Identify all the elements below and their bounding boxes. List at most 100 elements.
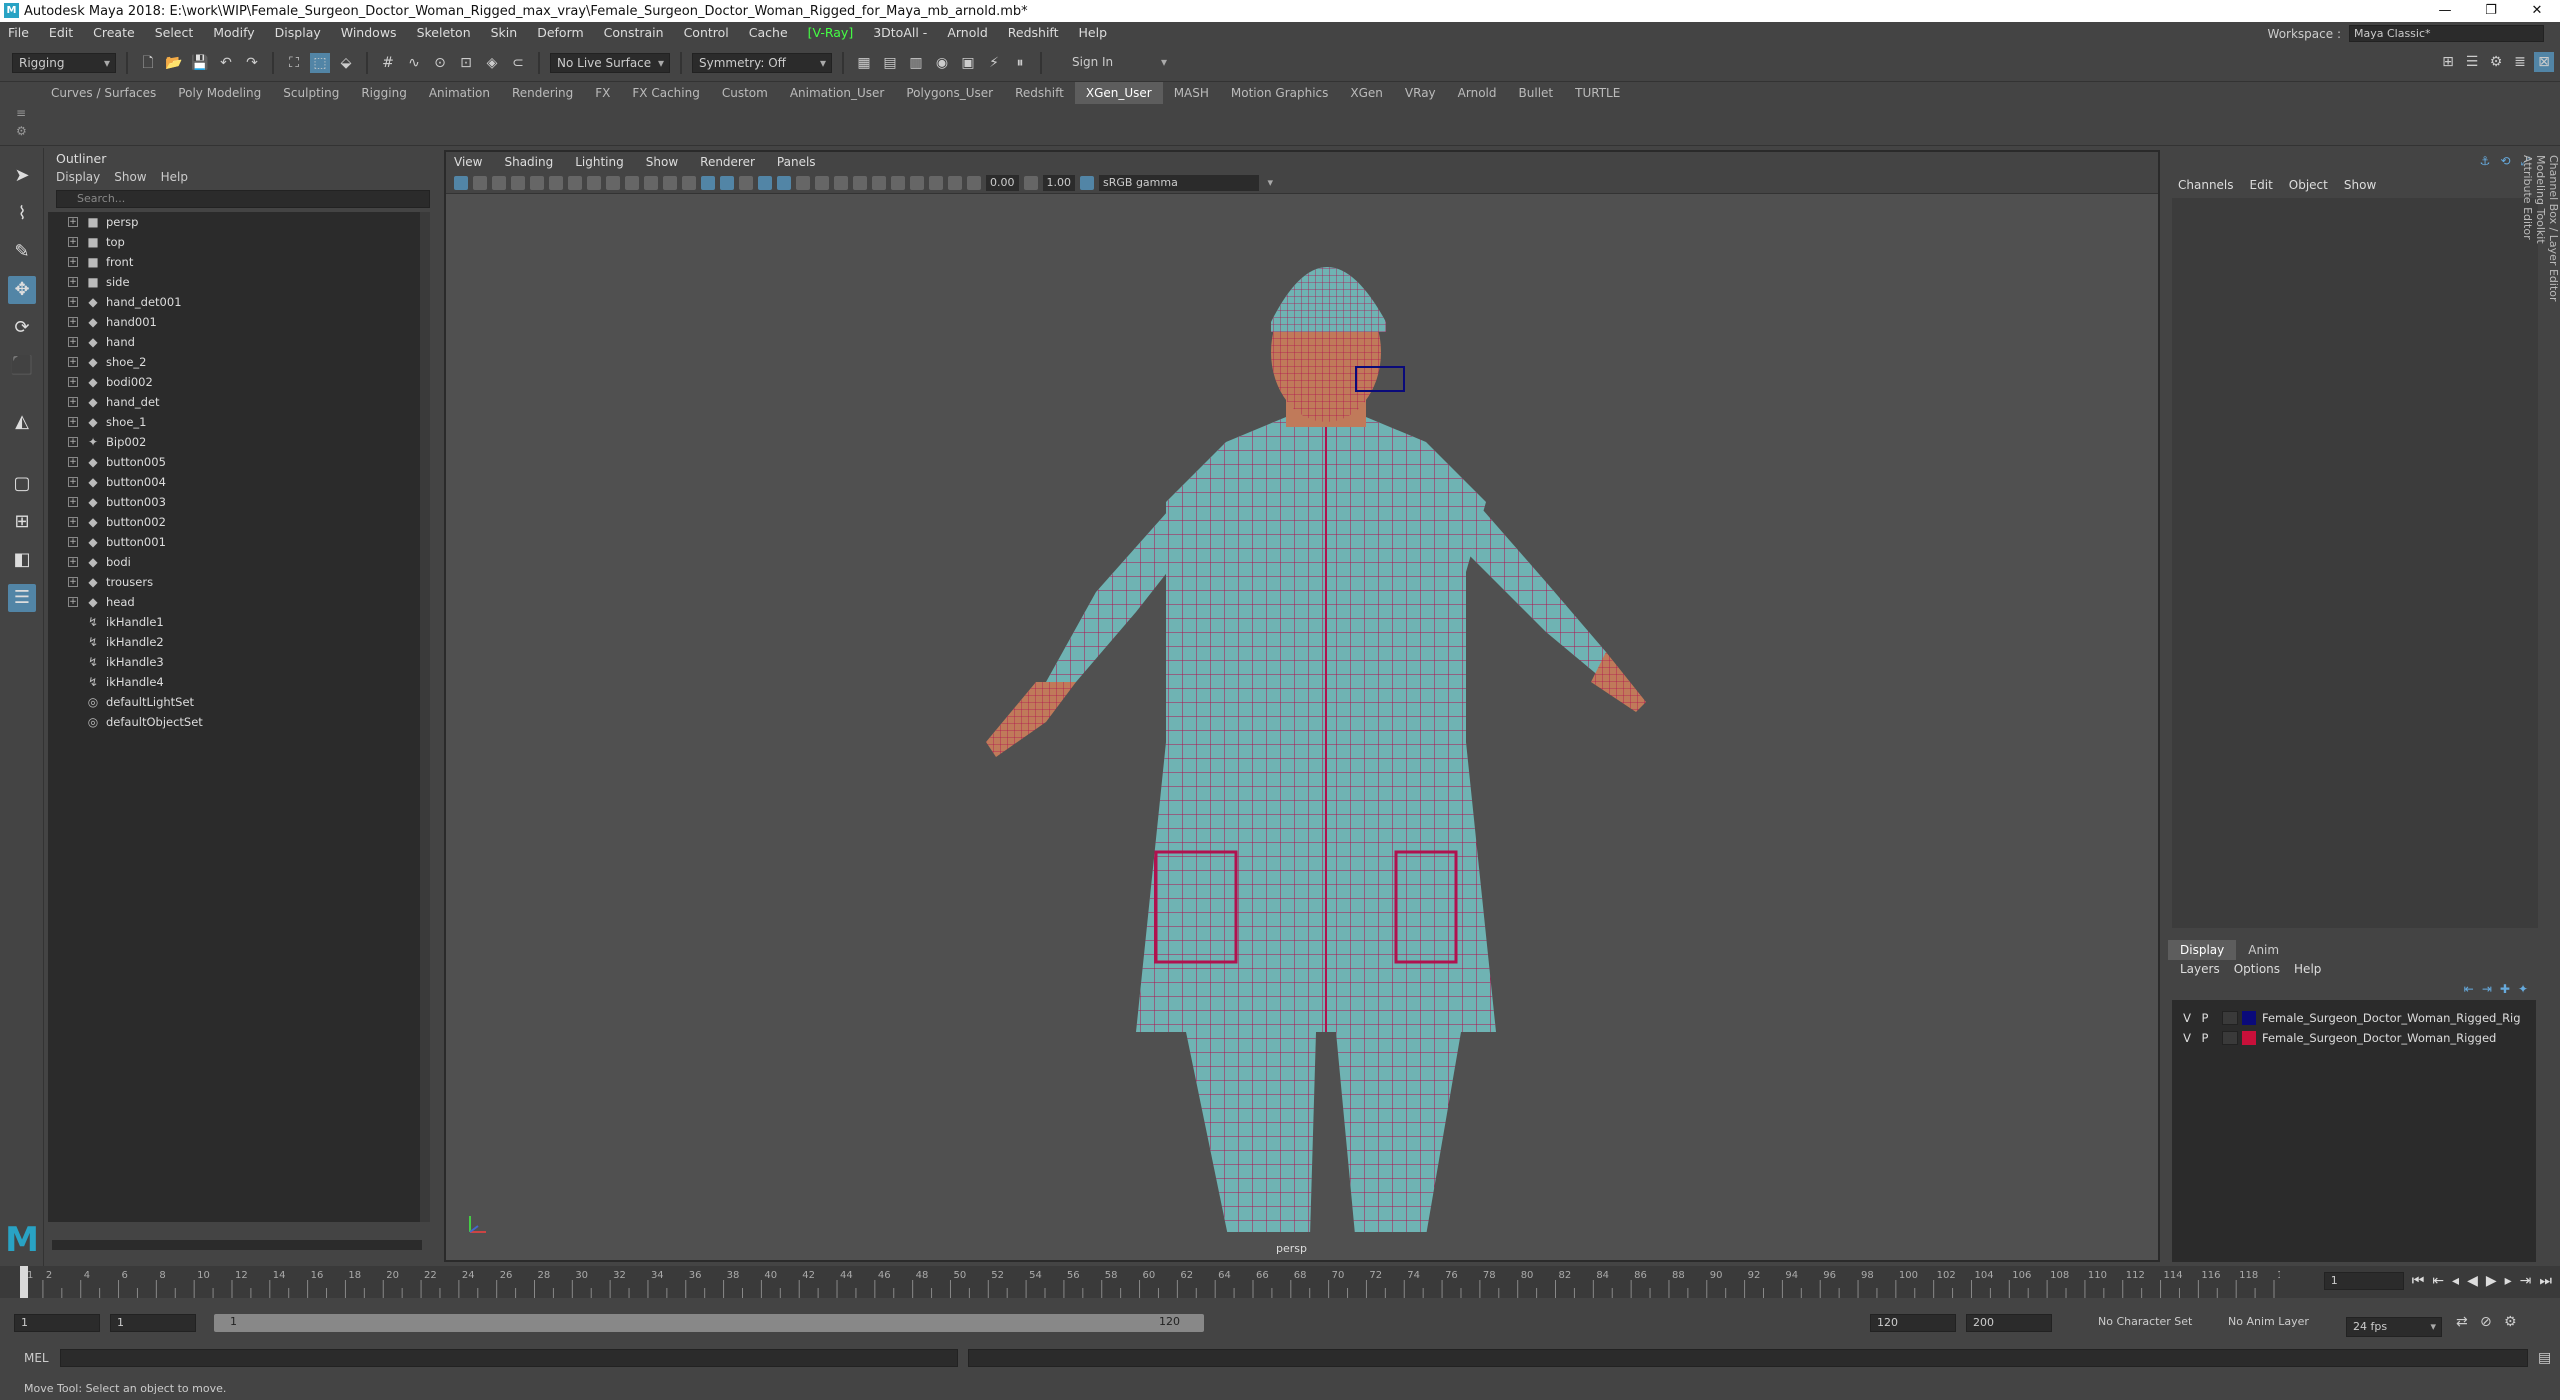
outliner-vscrollbar[interactable] bbox=[420, 212, 430, 1222]
outliner-item[interactable]: + ◆ button001 bbox=[48, 532, 428, 552]
menu-modify[interactable]: Modify bbox=[213, 25, 254, 40]
use-lights-icon[interactable] bbox=[796, 175, 810, 190]
snap-surface-icon[interactable]: ◈ bbox=[482, 53, 502, 73]
channelbox-menu-object[interactable]: Object bbox=[2289, 178, 2328, 192]
snap-curve-icon[interactable]: ∿ bbox=[404, 53, 424, 73]
sign-in-button[interactable]: Sign In bbox=[1052, 52, 1172, 73]
loop-icon[interactable]: ⇄ bbox=[2456, 1314, 2468, 1330]
go-to-start-icon[interactable]: ⏮ bbox=[2412, 1273, 2425, 1289]
vray-render-icon[interactable]: ⚡ bbox=[984, 53, 1004, 73]
select-object-icon[interactable]: ⬚ bbox=[310, 52, 330, 73]
expand-icon[interactable]: + bbox=[68, 357, 78, 367]
expand-icon[interactable]: + bbox=[68, 277, 78, 287]
outliner-item[interactable]: + ■ front bbox=[48, 252, 428, 272]
step-back-frame-icon[interactable]: ◂ bbox=[2452, 1273, 2459, 1289]
wireframe-on-shaded-icon[interactable] bbox=[758, 175, 772, 190]
expand-icon[interactable]: + bbox=[68, 597, 78, 607]
move-layer-down-icon[interactable]: ⇥ bbox=[2482, 982, 2492, 996]
outliner-item[interactable]: + ■ side bbox=[48, 272, 428, 292]
gamma-icon[interactable] bbox=[1023, 175, 1038, 190]
workspace-dropdown[interactable]: Maya Classic* bbox=[2349, 25, 2544, 42]
select-camera-icon[interactable] bbox=[454, 175, 468, 190]
expand-icon[interactable]: + bbox=[68, 557, 78, 567]
safe-title-icon[interactable] bbox=[682, 175, 696, 190]
outliner-layout-icon[interactable]: ☰ bbox=[8, 584, 36, 612]
menu-redshift[interactable]: Redshift bbox=[1008, 25, 1059, 40]
side-tab-attribute-editor[interactable]: Attribute Editor bbox=[2521, 155, 2534, 497]
wireframe-icon[interactable] bbox=[701, 175, 715, 190]
shelf-tab[interactable]: Poly Modeling bbox=[167, 82, 272, 104]
auto-key-icon[interactable]: ⊘ bbox=[2480, 1314, 2492, 1330]
smooth-shade-icon[interactable] bbox=[720, 175, 734, 190]
layout-toggle-icon[interactable]: ⊠ bbox=[2534, 52, 2554, 72]
outliner-item[interactable]: + ■ top bbox=[48, 232, 428, 252]
gamma-field[interactable]: 1.00 bbox=[1042, 174, 1075, 191]
expand-icon[interactable]: + bbox=[68, 317, 78, 327]
expand-icon[interactable]: + bbox=[68, 457, 78, 467]
menu-file[interactable]: File bbox=[8, 25, 29, 40]
script-editor-icon[interactable]: ▤ bbox=[2538, 1350, 2551, 1366]
outliner-item[interactable]: + ◆ button004 bbox=[48, 472, 428, 492]
layer-playback-toggle[interactable]: P bbox=[2196, 1031, 2214, 1045]
character-set-dropdown[interactable]: No Character Set bbox=[2098, 1315, 2192, 1328]
isolate-select-icon[interactable] bbox=[891, 175, 905, 190]
snap-grid-icon[interactable]: # bbox=[378, 53, 398, 73]
viewport-menu-view[interactable]: View bbox=[454, 155, 482, 169]
layer-menu-help[interactable]: Help bbox=[2294, 962, 2321, 976]
field-chart-icon[interactable] bbox=[644, 175, 658, 190]
outliner-item[interactable]: ◎ defaultObjectSet bbox=[48, 712, 428, 732]
layer-visibility-toggle[interactable]: V bbox=[2178, 1031, 2196, 1045]
expand-icon[interactable]: + bbox=[68, 417, 78, 427]
redo-icon[interactable]: ↷ bbox=[242, 53, 262, 73]
2d-pan-icon[interactable] bbox=[530, 175, 544, 190]
menu-3dtoall[interactable]: 3DtoAll - bbox=[873, 25, 927, 40]
outliner-item[interactable]: + ◆ button003 bbox=[48, 492, 428, 512]
xray-joints-icon[interactable] bbox=[929, 175, 943, 190]
layer-playback-toggle[interactable]: P bbox=[2196, 1011, 2214, 1025]
step-forward-frame-icon[interactable]: ▸ bbox=[2505, 1273, 2512, 1289]
shelf-tab[interactable]: TURTLE bbox=[1564, 82, 1631, 104]
restore-button[interactable]: ❐ bbox=[2468, 0, 2514, 22]
attribute-editor-icon[interactable]: ☰ bbox=[2462, 52, 2482, 72]
scale-tool-icon[interactable]: ⬛ bbox=[8, 352, 36, 380]
play-backwards-icon[interactable]: ◀ bbox=[2467, 1273, 2478, 1289]
color-management-icon[interactable] bbox=[1080, 175, 1094, 190]
layer-type-box[interactable] bbox=[2222, 1011, 2238, 1025]
outliner-item[interactable]: ↯ ikHandle1 bbox=[48, 612, 428, 632]
resolution-gate-icon[interactable] bbox=[606, 175, 620, 190]
shelf-tab[interactable]: Rigging bbox=[350, 82, 417, 104]
animation-end-field[interactable]: 200 bbox=[1966, 1314, 2052, 1332]
fps-dropdown[interactable]: 24 fps bbox=[2346, 1317, 2442, 1337]
current-frame-field[interactable]: 1 bbox=[2323, 1272, 2404, 1290]
channelbox-menu-show[interactable]: Show bbox=[2344, 178, 2376, 192]
symmetry-dropdown[interactable]: Symmetry: Off bbox=[692, 52, 832, 73]
channel-box-icon[interactable]: ≣ bbox=[2510, 52, 2530, 72]
outliner-item[interactable]: ↯ ikHandle3 bbox=[48, 652, 428, 672]
pause-icon[interactable]: ⏸ bbox=[1010, 53, 1030, 73]
script-language-label[interactable]: MEL bbox=[24, 1351, 54, 1365]
menu-windows[interactable]: Windows bbox=[341, 25, 397, 40]
layer-color-swatch[interactable] bbox=[2242, 1031, 2256, 1045]
grease-pencil-icon[interactable] bbox=[549, 175, 563, 190]
grid-icon[interactable] bbox=[568, 175, 582, 190]
hypershade-icon[interactable]: ◉ bbox=[932, 53, 952, 73]
viewport-menu-shading[interactable]: Shading bbox=[504, 155, 553, 169]
exposure-icon[interactable] bbox=[967, 175, 981, 190]
xray-components-icon[interactable] bbox=[948, 175, 962, 190]
select-tool-icon[interactable]: ➤ bbox=[8, 162, 36, 190]
shelf-tab[interactable]: MASH bbox=[1163, 82, 1220, 104]
anim-prefs-icon[interactable]: ⚙ bbox=[2504, 1314, 2517, 1330]
snap-view-icon[interactable]: ⊡ bbox=[456, 53, 476, 73]
outliner-item[interactable]: ↯ ikHandle4 bbox=[48, 672, 428, 692]
shelf-menu-icon[interactable]: ≡ bbox=[16, 106, 26, 120]
expand-icon[interactable]: + bbox=[68, 517, 78, 527]
shelf-tab[interactable]: Polygons_User bbox=[895, 82, 1004, 104]
outliner-item[interactable]: + ◆ shoe_1 bbox=[48, 412, 428, 432]
playback-start-field[interactable]: 1 bbox=[110, 1314, 196, 1332]
textured-icon[interactable] bbox=[777, 175, 791, 190]
outliner-search-input[interactable]: Search... bbox=[56, 190, 430, 208]
expand-icon[interactable]: + bbox=[68, 437, 78, 447]
outliner-item[interactable]: + ■ persp bbox=[48, 212, 428, 232]
menu-vray[interactable]: [V-Ray] bbox=[808, 25, 854, 40]
expand-icon[interactable]: + bbox=[68, 297, 78, 307]
